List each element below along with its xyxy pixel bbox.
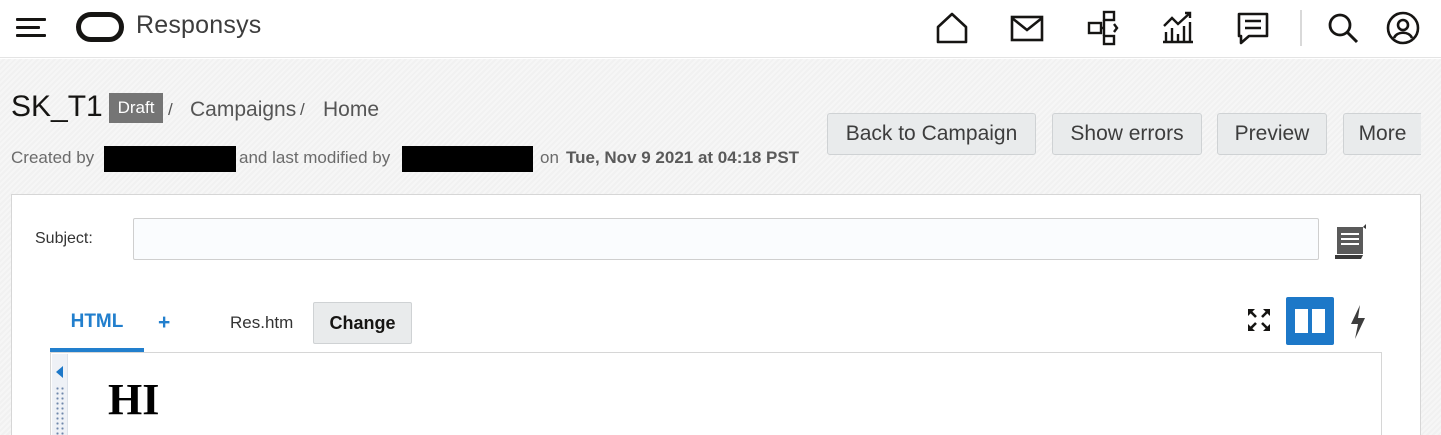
show-errors-button[interactable]: Show errors — [1052, 113, 1202, 155]
user-icon[interactable] — [1385, 10, 1421, 46]
html-editor[interactable] — [50, 352, 1382, 435]
breadcrumb-home[interactable]: Home — [323, 98, 379, 122]
messages-icon[interactable] — [1235, 10, 1271, 46]
status-badge: Draft — [109, 93, 163, 123]
modified-by-label: and last modified by — [239, 148, 391, 167]
subject-input[interactable] — [133, 218, 1319, 260]
tab-html[interactable]: HTML — [50, 300, 144, 352]
orchestration-icon[interactable] — [1084, 10, 1120, 46]
breadcrumb-separator: / — [300, 100, 305, 119]
redacted-modifier — [402, 146, 533, 172]
breadcrumb-campaigns[interactable]: Campaigns — [190, 98, 296, 122]
breadcrumb-separator: / — [168, 100, 173, 119]
back-to-campaign-button[interactable]: Back to Campaign — [827, 113, 1036, 155]
nav-divider — [1300, 10, 1302, 46]
subject-label: Subject: — [35, 230, 93, 247]
created-by-label: Created by — [11, 148, 95, 167]
preview-heading: HI — [108, 375, 160, 424]
analytics-icon[interactable] — [1160, 10, 1196, 46]
fullscreen-icon[interactable] — [1244, 305, 1274, 335]
page-title: SK_T1 — [11, 90, 103, 123]
personalization-icon[interactable] — [1333, 221, 1369, 261]
hamburger-menu-icon[interactable] — [16, 14, 48, 42]
more-button[interactable]: More — [1343, 113, 1421, 155]
modified-date: Tue, Nov 9 2021 at 04:18 PST — [566, 148, 800, 167]
lightning-icon[interactable] — [1346, 303, 1370, 341]
on-label: on — [540, 148, 559, 167]
add-tab-button[interactable]: + — [158, 311, 170, 335]
preview-button[interactable]: Preview — [1217, 113, 1327, 155]
split-view-button[interactable] — [1286, 297, 1334, 345]
search-icon[interactable] — [1325, 10, 1361, 46]
oracle-logo — [76, 12, 124, 42]
drag-handle-icon[interactable] — [55, 386, 65, 435]
collapse-arrow-icon[interactable] — [56, 366, 63, 378]
mail-icon[interactable] — [1009, 10, 1045, 46]
top-bar: Responsys — [0, 0, 1441, 58]
app-brand: Responsys — [136, 11, 262, 39]
home-icon[interactable] — [934, 10, 970, 46]
file-name: Res.htm — [230, 313, 294, 332]
change-button[interactable]: Change — [313, 302, 412, 344]
redacted-creator — [104, 146, 236, 172]
